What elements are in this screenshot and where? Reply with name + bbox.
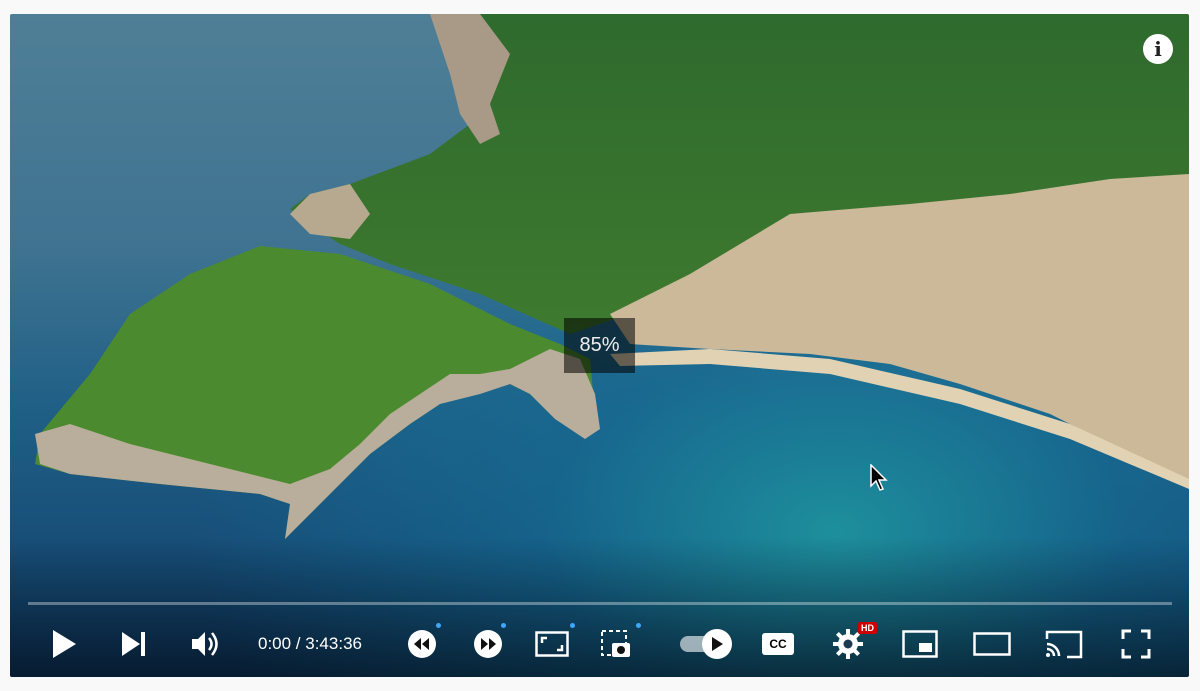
fullscreen-button[interactable] [1114,619,1158,669]
rewind-icon [408,630,436,658]
info-icon: i [1154,37,1162,61]
screenshot-icon [601,630,630,657]
crop-icon [535,631,569,657]
miniplayer-button[interactable] [898,619,942,669]
progress-bar[interactable] [28,602,1172,605]
hd-badge: HD [858,622,877,634]
captions-icon: CC [762,633,794,655]
screenshot-button[interactable] [594,619,638,669]
theater-icon [973,632,1011,656]
screenshot-indicator-dot [636,623,641,628]
play-icon [53,630,76,658]
volume-osd: 85% [564,318,635,373]
fullscreen-icon [1121,629,1151,659]
video-player[interactable]: i 85% 0:00 / 3:43:36 CC HD [10,14,1189,677]
cast-button[interactable] [1042,619,1086,669]
captions-button[interactable]: CC [756,619,800,669]
time-display: 0:00 / 3:43:36 [258,634,362,653]
autoplay-toggle[interactable] [674,619,734,669]
autoplay-knob [702,629,732,659]
player-controls: 0:00 / 3:43:36 CC HD [10,619,1189,669]
mouse-cursor-icon [870,464,888,491]
volume-icon [192,632,218,656]
miniplayer-icon [902,630,938,658]
mute-button[interactable] [184,619,228,669]
next-icon [122,632,145,656]
fast-forward-icon [474,630,502,658]
rewind-indicator-dot [436,623,441,628]
theater-mode-button[interactable] [970,619,1014,669]
cast-icon [1045,630,1083,659]
crop-indicator-dot [570,623,575,628]
info-button[interactable]: i [1143,34,1173,64]
autoplay-track [680,629,732,659]
play-button[interactable] [42,619,86,669]
next-button[interactable] [112,619,156,669]
fast-forward-indicator-dot [501,623,506,628]
crop-button[interactable] [530,619,574,669]
autoplay-play-icon [712,637,723,651]
